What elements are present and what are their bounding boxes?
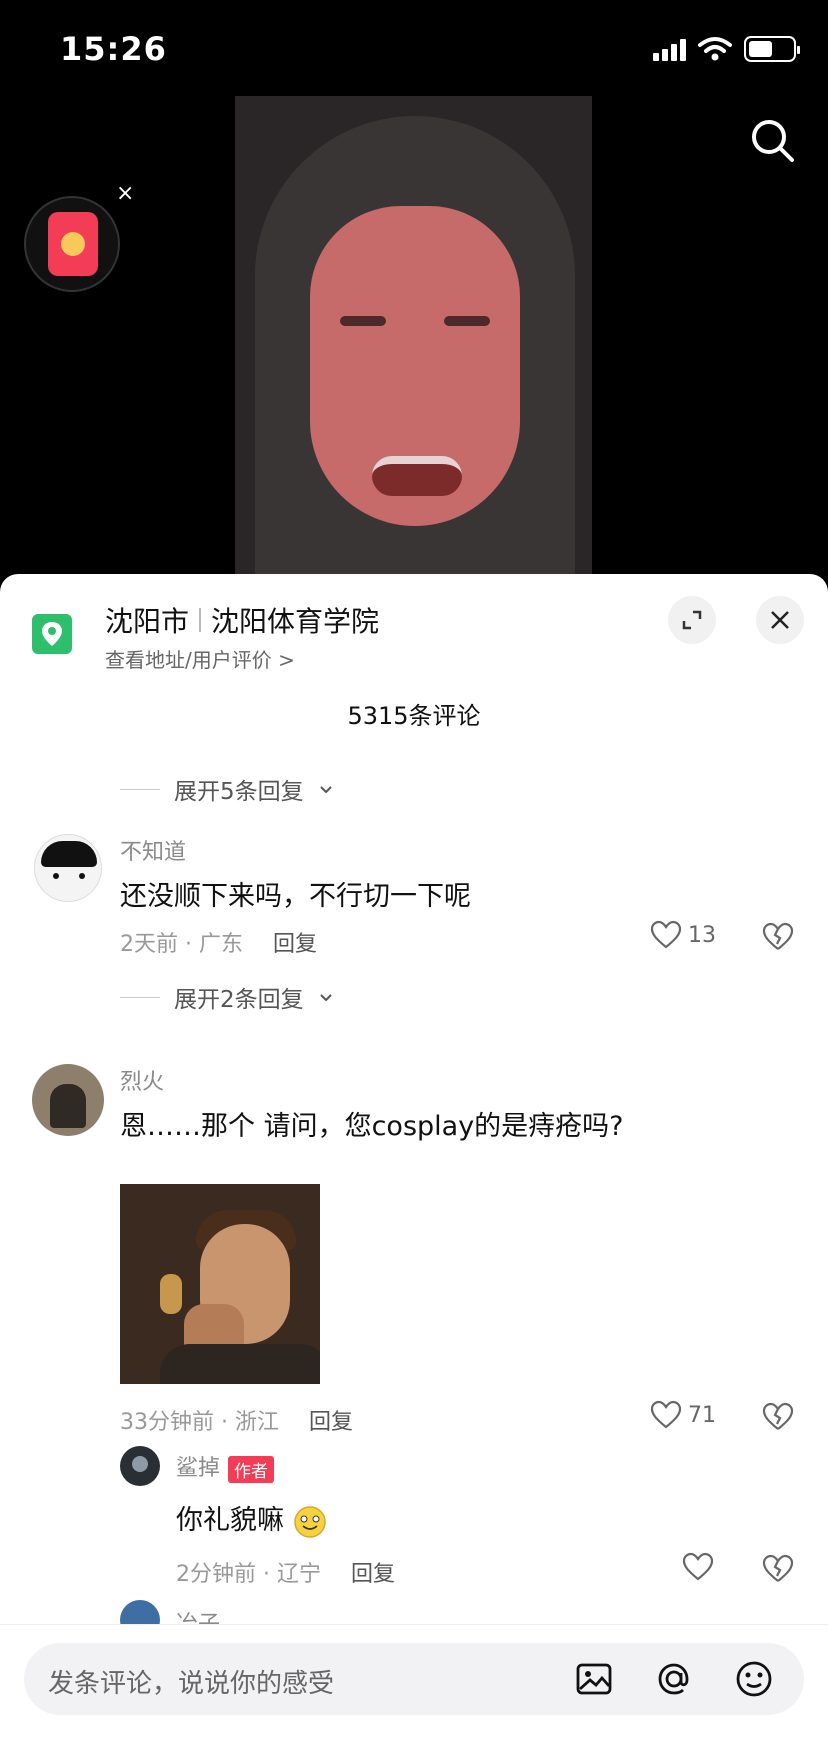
like-button[interactable]: 13: [650, 920, 716, 950]
reply-button[interactable]: 回复: [351, 1562, 395, 1587]
location-separator: [199, 608, 202, 632]
expand-replies-label: 展开5条回复: [174, 779, 304, 805]
left-eye: [340, 316, 386, 326]
close-icon: [771, 611, 789, 629]
comment-meta: 2天前 · 广东 回复: [120, 926, 317, 958]
avatar[interactable]: [34, 834, 102, 902]
reply-text: 你礼貌嘛: [176, 1505, 284, 1536]
broken-heart-icon: [762, 1554, 794, 1582]
dislike-button[interactable]: [762, 1554, 794, 1588]
reply-username-row: 鲨掉 作者: [176, 1450, 275, 1483]
location-pin-icon: [32, 614, 72, 654]
reply-button[interactable]: 回复: [273, 932, 317, 957]
image-icon: [576, 1663, 612, 1695]
comment-count: 5315条评论: [347, 702, 481, 730]
expand-replies-label: 展开2条回复: [174, 987, 304, 1013]
image-button[interactable]: [574, 1659, 614, 1699]
emoji-button[interactable]: [734, 1659, 774, 1699]
reply-meta: 2分钟前 · 辽宁 回复: [176, 1556, 395, 1588]
reply-text-row: 你礼貌嘛: [176, 1498, 327, 1539]
like-count: 71: [688, 1402, 716, 1428]
right-eye: [444, 316, 490, 326]
expand-replies-comment1[interactable]: 展开2条回复: [120, 980, 334, 1014]
reply-username[interactable]: 鲨掉: [176, 1456, 220, 1481]
like-count: 13: [688, 922, 716, 948]
smile-emoji-icon: [293, 1505, 326, 1538]
location-city: 沈阳市: [105, 605, 190, 638]
comment-meta: 33分钟前 · 浙江 回复: [120, 1404, 353, 1436]
avatar[interactable]: [32, 1064, 104, 1136]
divider-line: [120, 788, 160, 790]
dislike-button[interactable]: [762, 1402, 794, 1436]
dislike-button[interactable]: [762, 922, 794, 956]
status-time: 15:26: [60, 30, 167, 68]
location-title[interactable]: 沈阳市 沈阳体育学院: [105, 600, 379, 640]
video-frame[interactable]: [235, 96, 592, 596]
comment-time-location: 33分钟前 · 浙江: [120, 1410, 279, 1435]
avatar[interactable]: [120, 1446, 160, 1486]
heart-icon: [682, 1552, 714, 1581]
redpacket-icon: [48, 212, 98, 276]
divider-line: [120, 996, 160, 998]
location-subtitle-link[interactable]: 查看地址/用户评价 >: [105, 644, 295, 673]
like-button[interactable]: 71: [650, 1400, 716, 1430]
face: [310, 206, 520, 526]
mouth: [372, 456, 462, 496]
expand-replies-top[interactable]: 展开5条回复: [120, 772, 334, 806]
emoji-icon: [736, 1661, 772, 1697]
comment-image[interactable]: [120, 1184, 320, 1384]
comment-text: 恩……那个 请问，您cosplay的是痔疮吗?: [120, 1111, 624, 1142]
comment-username[interactable]: 不知道: [120, 834, 186, 866]
wifi-icon: [698, 37, 732, 61]
mention-button[interactable]: [654, 1659, 694, 1699]
heart-icon: [650, 1400, 682, 1429]
comment-input-bar: 发条评论，说说你的感受: [0, 1624, 828, 1752]
chevron-down-icon: [319, 786, 332, 794]
expand-icon: [682, 610, 702, 630]
broken-heart-icon: [762, 1402, 794, 1430]
broken-heart-icon: [762, 922, 794, 950]
like-button[interactable]: [682, 1552, 720, 1582]
comment-sheet: 沈阳市 沈阳体育学院 查看地址/用户评价 > 5315条评论 展开5条回复 不知…: [0, 574, 828, 1752]
status-icons: [653, 36, 800, 62]
search-button[interactable]: [748, 116, 798, 166]
reply-button[interactable]: 回复: [309, 1410, 353, 1435]
author-badge: 作者: [228, 1455, 275, 1483]
expand-button[interactable]: [668, 596, 716, 644]
battery-icon: [744, 36, 800, 62]
comment-input-placeholder: 发条评论，说说你的感受: [48, 1669, 335, 1699]
at-icon: [658, 1663, 689, 1695]
reply-time-location: 2分钟前 · 辽宁: [176, 1562, 321, 1587]
close-sheet-button[interactable]: [756, 596, 804, 644]
redpacket-widget[interactable]: [24, 196, 120, 292]
signal-icon: [653, 37, 686, 61]
redpacket-close-button[interactable]: ×: [116, 182, 134, 206]
chevron-down-icon: [319, 994, 332, 1002]
comment-username[interactable]: 烈火: [120, 1064, 164, 1096]
comment-input[interactable]: 发条评论，说说你的感受: [24, 1643, 804, 1715]
status-bar: 15:26: [0, 0, 828, 100]
heart-icon: [650, 920, 682, 949]
location-place: 沈阳体育学院: [211, 605, 380, 638]
comment-time-location: 2天前 · 广东: [120, 932, 243, 957]
comment-text: 还没顺下来吗，不行切一下呢: [120, 881, 471, 912]
search-icon: [752, 120, 794, 162]
